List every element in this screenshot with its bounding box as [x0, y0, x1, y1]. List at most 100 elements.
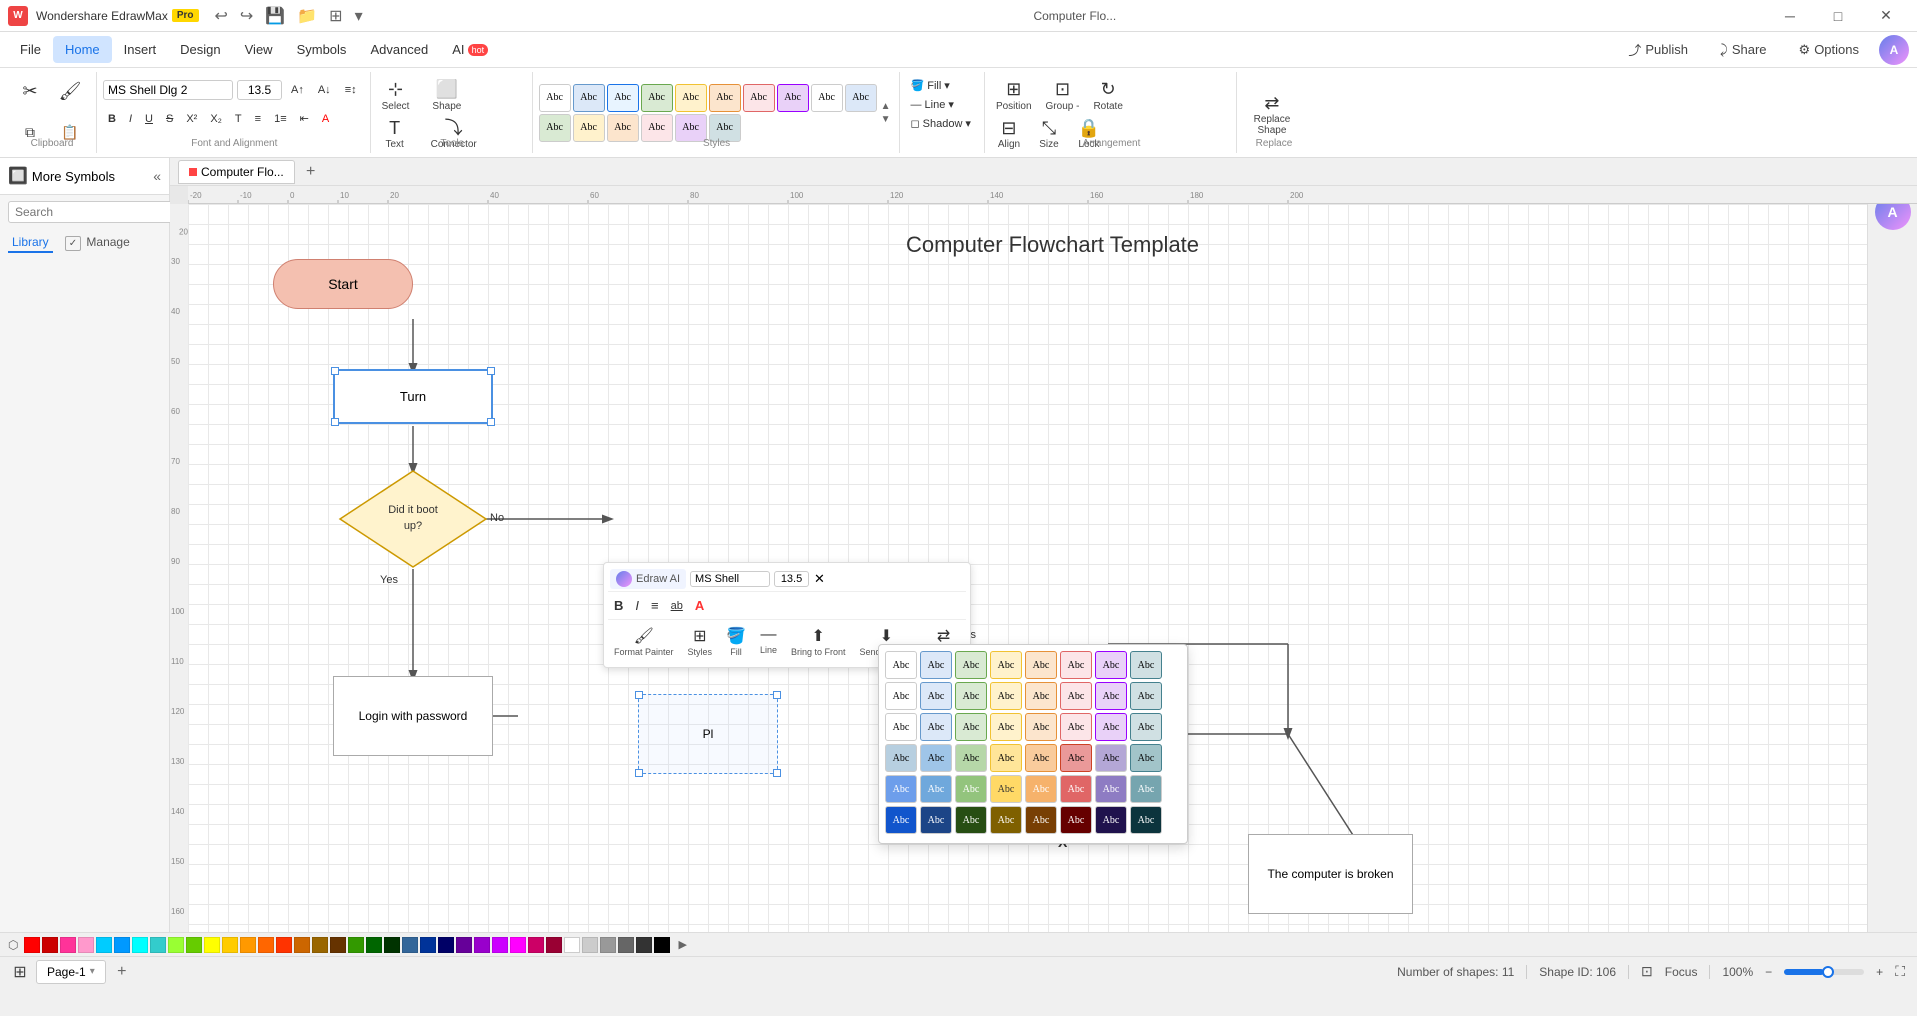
color-lightgray[interactable] — [582, 937, 598, 953]
abc-4-4[interactable]: Abc — [990, 744, 1022, 772]
color-purple1[interactable] — [456, 937, 472, 953]
color-magenta[interactable] — [510, 937, 526, 953]
fullscreen-btn[interactable]: ⛶ — [1895, 963, 1905, 980]
abc-1-5[interactable]: Abc — [1025, 651, 1057, 679]
color-green[interactable] — [186, 937, 202, 953]
float-font-input[interactable] — [690, 571, 770, 587]
format-painter-ribbon-btn[interactable]: 🖌 — [52, 78, 88, 106]
undo-btn[interactable]: ↩ — [211, 4, 232, 28]
menu-insert[interactable]: Insert — [112, 36, 169, 63]
float-format-painter-btn[interactable]: 🖌 Format Painter — [610, 624, 678, 659]
abc-3-1[interactable]: Abc — [885, 713, 917, 741]
color-yellow[interactable] — [204, 937, 220, 953]
shape-btn[interactable]: ⬜ Shape — [427, 76, 466, 115]
palette-icon[interactable]: ⬡ — [8, 938, 18, 952]
shape-start[interactable]: Start — [273, 259, 413, 309]
float-size-input[interactable] — [774, 571, 809, 587]
color-hotpink[interactable] — [60, 937, 76, 953]
abc-3-4[interactable]: Abc — [990, 713, 1022, 741]
abc-2-7[interactable]: Abc — [1095, 682, 1127, 710]
float-fill-btn[interactable]: 🪣 Fill — [722, 624, 750, 659]
abc-2-3[interactable]: Abc — [955, 682, 987, 710]
abc-3-6[interactable]: Abc — [1060, 713, 1092, 741]
abc-4-7[interactable]: Abc — [1095, 744, 1127, 772]
color-purple2[interactable] — [474, 937, 490, 953]
styles-scroll-down[interactable]: ▼ — [881, 114, 891, 125]
canvas-area[interactable]: Computer Flo... + -20 -10 0 10 — [170, 158, 1917, 932]
color-orange[interactable] — [240, 937, 256, 953]
color-red[interactable] — [24, 937, 40, 953]
template-btn[interactable]: ⊞ — [325, 4, 346, 28]
style-chip-3[interactable]: Abc — [607, 84, 639, 112]
color-steelblue[interactable] — [402, 937, 418, 953]
float-ab-btn[interactable]: ab — [667, 598, 687, 614]
more-colors-btn[interactable]: ▶ — [678, 938, 686, 951]
color-gray[interactable] — [600, 937, 616, 953]
color-tomato[interactable] — [276, 937, 292, 953]
color-black[interactable] — [654, 937, 670, 953]
float-font-color-btn[interactable]: A — [691, 596, 708, 615]
abc-6-8[interactable]: Abc — [1130, 806, 1162, 834]
abc-4-5[interactable]: Abc — [1025, 744, 1057, 772]
abc-4-2[interactable]: Abc — [920, 744, 952, 772]
style-chip-2[interactable]: Abc — [573, 84, 605, 112]
font-size-input[interactable] — [237, 80, 282, 100]
close-btn[interactable]: ✕ — [1863, 0, 1909, 32]
style-chip-4[interactable]: Abc — [641, 84, 673, 112]
selection-handle-br[interactable] — [487, 418, 495, 426]
menu-design[interactable]: Design — [168, 36, 232, 63]
underline-btn[interactable]: U — [140, 111, 158, 127]
bullet-list-btn[interactable]: ≡ — [250, 111, 266, 127]
selection-handle-bl[interactable] — [331, 418, 339, 426]
shape-plug-selected[interactable]: Pl — [638, 694, 778, 774]
color-royalblue[interactable] — [420, 937, 436, 953]
abc-5-5[interactable]: Abc — [1025, 775, 1057, 803]
selection-handle-tr[interactable] — [487, 367, 495, 375]
zoom-handle[interactable] — [1822, 966, 1834, 978]
shape-login[interactable]: Login with password — [333, 676, 493, 756]
decrease-indent-btn[interactable]: ⇤ — [295, 110, 314, 127]
menu-view[interactable]: View — [233, 36, 285, 63]
open-btn[interactable]: 📁 — [293, 4, 321, 28]
save-btn[interactable]: 💾 — [261, 4, 289, 28]
options-btn[interactable]: ⚙ Options — [1787, 37, 1871, 63]
abc-1-4[interactable]: Abc — [990, 651, 1022, 679]
abc-2-6[interactable]: Abc — [1060, 682, 1092, 710]
group-btn[interactable]: ⊡Group - — [1041, 76, 1085, 115]
shape-turn[interactable]: Turn — [333, 369, 493, 424]
color-darkbrown[interactable] — [330, 937, 346, 953]
color-aqua[interactable] — [132, 937, 148, 953]
canvas[interactable]: Computer Flowchart Template Start Turn D… — [188, 204, 1917, 932]
menu-advanced[interactable]: Advanced — [358, 36, 440, 63]
style-chip-5[interactable]: Abc — [675, 84, 707, 112]
more-btn[interactable]: ▾ — [351, 4, 367, 28]
shape-diamond[interactable]: Did it boot up? — [338, 469, 488, 569]
line-btn[interactable]: — Line ▾ — [906, 96, 959, 113]
doc-tab-active[interactable]: Computer Flo... — [178, 160, 295, 184]
color-navy[interactable] — [438, 937, 454, 953]
rotate-btn[interactable]: ↻Rotate — [1088, 76, 1127, 115]
color-dimgray[interactable] — [618, 937, 634, 953]
text-align-btn[interactable]: ≡↕ — [340, 82, 362, 98]
page-tab-1[interactable]: Page-1 ▾ — [36, 960, 106, 984]
menu-file[interactable]: File — [8, 36, 53, 63]
redo-btn[interactable]: ↪ — [236, 4, 257, 28]
style-chip-6[interactable]: Abc — [709, 84, 741, 112]
strikethrough-btn[interactable]: S — [161, 111, 178, 127]
color-lime[interactable] — [168, 937, 184, 953]
zoom-out-btn[interactable]: − — [1765, 965, 1772, 979]
abc-3-5[interactable]: Abc — [1025, 713, 1057, 741]
abc-4-1[interactable]: Abc — [885, 744, 917, 772]
menu-home[interactable]: Home — [53, 36, 112, 63]
color-teal[interactable] — [150, 937, 166, 953]
subscript-btn[interactable]: X₂ — [205, 111, 227, 127]
add-page-btn[interactable]: + — [110, 960, 134, 984]
sel-handle-tr[interactable] — [773, 691, 781, 699]
page-grid-btn[interactable]: ⊞ — [8, 960, 32, 984]
color-verydarkgreen[interactable] — [384, 937, 400, 953]
abc-5-1[interactable]: Abc — [885, 775, 917, 803]
color-pink[interactable] — [78, 937, 94, 953]
abc-6-2[interactable]: Abc — [920, 806, 952, 834]
abc-5-6[interactable]: Abc — [1060, 775, 1092, 803]
float-line-btn[interactable]: — Line — [756, 624, 781, 659]
